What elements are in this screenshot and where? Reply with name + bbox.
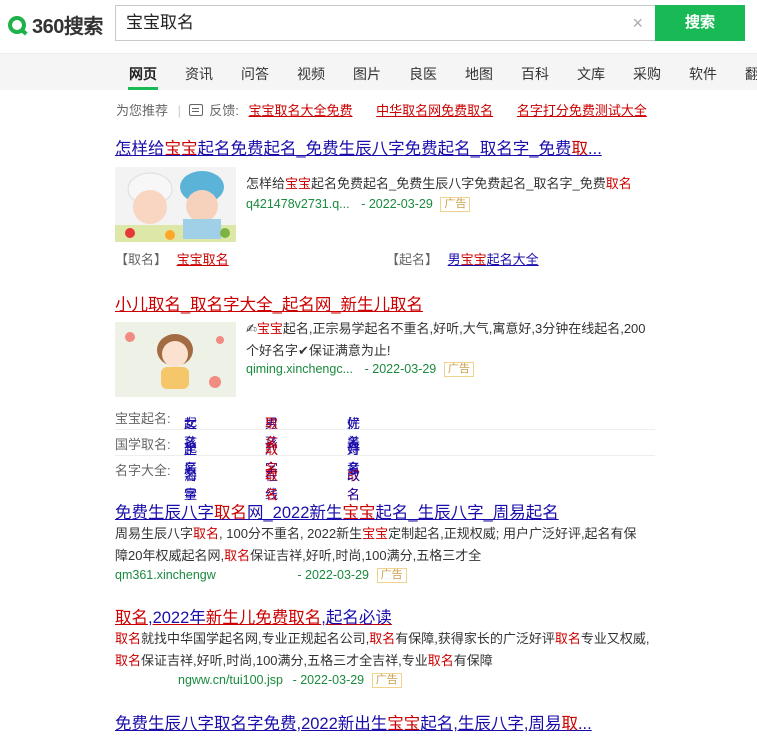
sublink-boy-names[interactable]: 男宝宝起名大全 (448, 252, 539, 267)
result-1-url[interactable]: q421478v2731.q... (246, 197, 350, 211)
result-4-url[interactable]: ngww.cn/tui100.jsp (178, 673, 283, 687)
result-1-title[interactable]: 怎样给宝宝起名免费起名_免费生辰八字免费起名_取名字_免费取... (115, 135, 602, 159)
tab-video[interactable]: 视频 (297, 64, 325, 84)
result-1-meta: q421478v2731.q... - 2022-03-29 广告 (246, 193, 666, 215)
tab-translate[interactable]: 翻 (745, 64, 757, 84)
result-2-snippet: ✍宝宝起名,正宗易学起名不重名,好听,大气,寓意好,3分钟在线起名,200 个好… (246, 321, 646, 358)
search-button[interactable]: 搜索 (655, 5, 745, 41)
ad-badge: 广告 (376, 568, 407, 583)
result-1-snippet: 怎样给宝宝起名免费起名_免费生辰八字免费起名_取名字_免费取名 (246, 176, 632, 191)
result-2-grid-row: 国学取名: 生辰 起名 八字 取名 诗意 好名 (115, 429, 655, 476)
babies-photo-image (115, 167, 236, 242)
tab-news[interactable]: 资讯 (185, 64, 213, 84)
tab-baike[interactable]: 百科 (521, 64, 549, 84)
result-4-snippet: 取名就找中华国学起名网,专业正规起名公司,取名有保障,获得家长的广泛好评取名专业… (115, 631, 650, 668)
result-2-date: - 2022-03-29 (364, 362, 437, 376)
result-1-sublink-2: 【起名】 男宝宝起名大全 (386, 252, 539, 267)
ad-badge: 广告 (440, 197, 471, 212)
logo[interactable]: 360搜索 (8, 10, 103, 39)
tab-wenku[interactable]: 文库 (577, 64, 605, 84)
recommend-bar: 为您推荐 | 反馈: 宝宝取名大全免费 中华取名网免费取名 名字打分免费测试大全 (116, 100, 647, 119)
logo-q-icon (8, 15, 26, 34)
feedback-label[interactable]: 反馈: (209, 103, 239, 118)
result-4-date: - 2022-03-29 (292, 673, 365, 687)
sublink-qiming[interactable]: 宝宝取名 (177, 252, 229, 267)
result-2-thumbnail[interactable] (115, 322, 236, 397)
tab-doctor[interactable]: 良医 (409, 64, 437, 84)
result-3-meta: qm361.xinchengw - 2022-03-29 广告 (115, 564, 660, 586)
tab-images[interactable]: 图片 (353, 64, 381, 84)
result-2-grid-row: 宝宝起名: 女孩 起名 男孩 取名 优美 好名 (115, 403, 655, 450)
tab-software[interactable]: 软件 (689, 64, 717, 84)
result-1-thumbnail[interactable] (115, 167, 236, 242)
cartoon-child-image (115, 322, 236, 397)
result-3-date: - 2022-03-29 (297, 568, 369, 582)
search-input[interactable] (126, 6, 606, 40)
header: 360搜索 × 搜索 (0, 0, 757, 48)
result-2-url[interactable]: qiming.xinchengc... (246, 362, 353, 376)
ad-badge: 广告 (371, 673, 402, 688)
result-4-meta: ngww.cn/tui100.jsp - 2022-03-29 广告 (115, 669, 660, 691)
tab-qa[interactable]: 问答 (241, 64, 269, 84)
recommend-link-3[interactable]: 名字打分免费测试大全 (517, 103, 647, 118)
divider: | (177, 103, 182, 118)
logo-text: 360搜索 (32, 16, 103, 38)
result-3-snippet: 周易生辰八字取名, 100分不重名, 2022新生宝宝定制起名,正规权威; 用户… (115, 526, 637, 563)
recommend-link-1[interactable]: 宝宝取名大全免费 (249, 103, 353, 118)
result-1-sublink-1: 【取名】 宝宝取名 (115, 252, 229, 267)
result-3-title[interactable]: 免费生辰八字取名网_2022新生宝宝起名_生辰八字_周易起名 (115, 499, 559, 523)
tab-purchase[interactable]: 采购 (633, 64, 661, 84)
ad-badge: 广告 (443, 362, 474, 377)
result-3-url[interactable]: qm361.xinchengw (115, 568, 216, 582)
tab-web[interactable]: 网页 (129, 64, 157, 84)
result-5-title[interactable]: 免费生辰八字取名字免费,2022新出生宝宝起名,生辰八字,周易取... (115, 710, 592, 734)
result-2-title[interactable]: 小儿取名_取名字大全_起名网_新生儿取名 (115, 291, 423, 315)
recommend-link-2[interactable]: 中华取名网免费取名 (376, 103, 493, 118)
result-2-meta: qiming.xinchengc... - 2022-03-29 广告 (246, 358, 666, 380)
result-4-title[interactable]: 取名,2022年新生儿免费取名,起名必读 (115, 604, 392, 628)
tab-map[interactable]: 地图 (465, 64, 493, 84)
result-1-date: - 2022-03-29 (361, 197, 433, 211)
search-box: × (115, 5, 655, 41)
feedback-icon[interactable] (188, 104, 203, 116)
clear-icon[interactable]: × (632, 12, 643, 34)
recommend-label: 为您推荐 (116, 103, 169, 118)
nav-tabs: 网页 资讯 问答 视频 图片 良医 地图 百科 文库 采购 软件 翻 (0, 53, 757, 90)
active-tab-underline (128, 87, 158, 90)
result-2-grid-row: 名字大全: 海量 名字 在线 取名 取名 改名 (115, 463, 361, 502)
